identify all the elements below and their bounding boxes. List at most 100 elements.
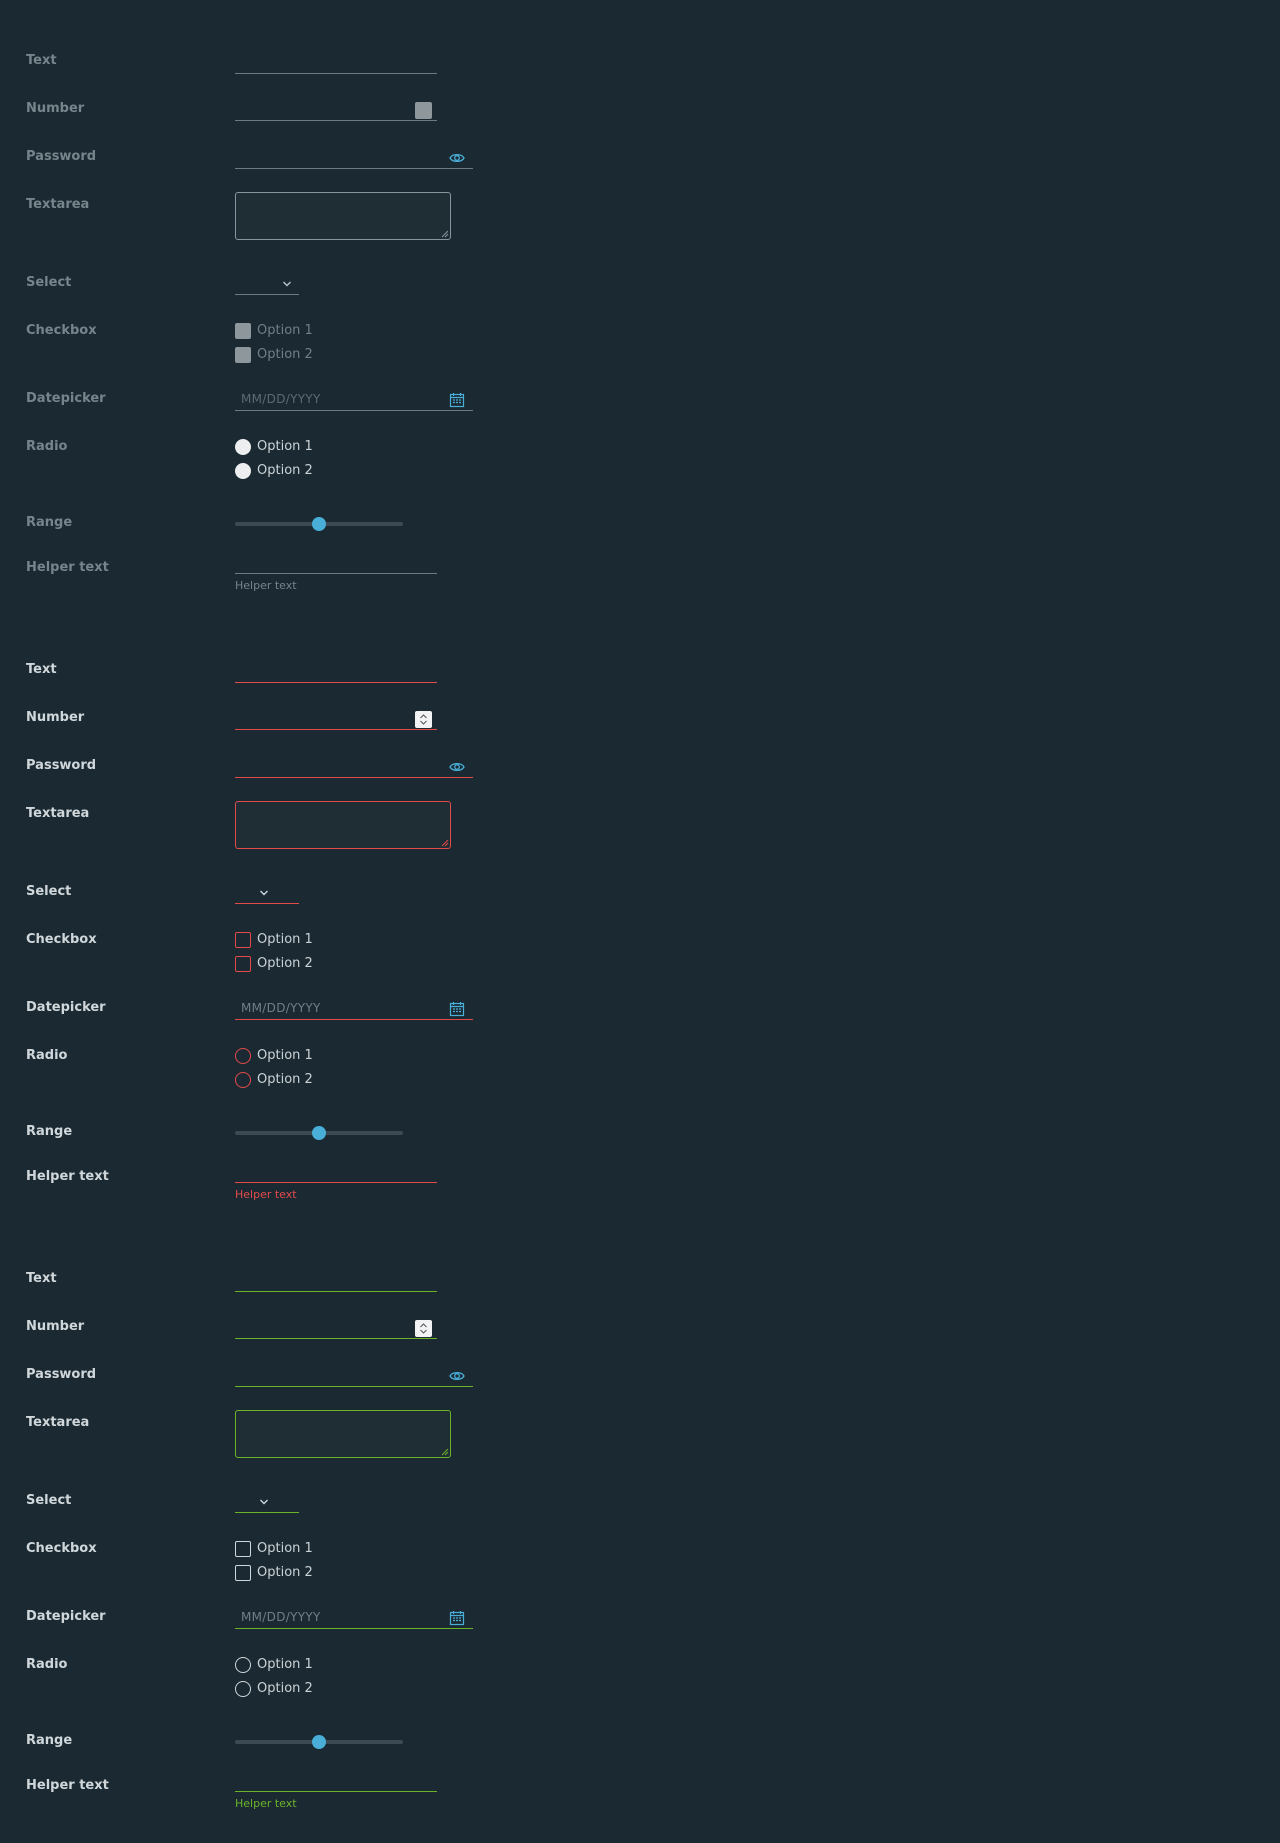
range-slider[interactable] <box>235 1735 403 1749</box>
select-input[interactable] <box>235 1493 299 1513</box>
radio-button[interactable] <box>235 1657 251 1673</box>
radio-button[interactable] <box>235 1072 251 1088</box>
number-label: Number <box>26 1319 85 1334</box>
range-label: Range <box>26 1733 73 1748</box>
password-label: Password <box>26 758 97 773</box>
textarea-input[interactable] <box>235 1410 451 1458</box>
form-row-select: Select <box>0 275 1280 315</box>
form-row-checkbox: Checkbox Option 1 Option 2 <box>0 932 1280 980</box>
text-input[interactable] <box>235 1271 437 1292</box>
radio-button[interactable] <box>235 439 251 455</box>
form-row-radio: Radio Option 1 Option 2 <box>0 1048 1280 1096</box>
helper-input[interactable] <box>235 1778 437 1792</box>
form-row-helper: Helper text Helper text <box>0 1169 1280 1213</box>
resize-handle-icon[interactable] <box>441 839 449 847</box>
spinner-arrows-icon[interactable] <box>415 102 432 119</box>
password-input[interactable] <box>235 758 473 778</box>
radio-label: Radio <box>26 1048 68 1063</box>
form-row-text: Text <box>0 1271 1280 1311</box>
checkbox-box[interactable] <box>235 347 251 363</box>
text-label: Text <box>26 53 57 68</box>
range-thumb[interactable] <box>312 517 326 531</box>
form-row-password: Password <box>0 149 1280 189</box>
textarea-input[interactable] <box>235 192 451 240</box>
date-placeholder: MM/DD/YYYY <box>241 1610 321 1624</box>
checkbox-box[interactable] <box>235 932 251 948</box>
calendar-icon[interactable] <box>449 392 465 408</box>
select-input[interactable] <box>235 884 299 904</box>
form-row-checkbox: Checkbox Option 1 Option 2 <box>0 1541 1280 1589</box>
checkbox-box[interactable] <box>235 323 251 339</box>
text-label: Text <box>26 662 57 677</box>
checkbox-option-label: Option 1 <box>257 932 313 947</box>
form-row-text: Text <box>0 662 1280 702</box>
radio-option-label: Option 2 <box>257 1072 313 1087</box>
form-row-radio: Radio Option 1 Option 2 <box>0 1657 1280 1705</box>
radio-option-label: Option 2 <box>257 463 313 478</box>
number-input[interactable] <box>235 101 437 121</box>
checkbox-option-label: Option 1 <box>257 1541 313 1556</box>
helper-text: Helper text <box>235 579 297 592</box>
radio-button[interactable] <box>235 463 251 479</box>
form-row-helper: Helper text Helper text <box>0 560 1280 604</box>
radio-option-label: Option 2 <box>257 1681 313 1696</box>
textarea-input[interactable] <box>235 801 451 849</box>
form-row-password: Password <box>0 1367 1280 1407</box>
resize-handle-icon[interactable] <box>441 230 449 238</box>
checkbox-option-label: Option 2 <box>257 956 313 971</box>
form-row-select: Select <box>0 1493 1280 1533</box>
form-row-number: Number <box>0 710 1280 750</box>
datepicker-label: Datepicker <box>26 391 106 406</box>
select-label: Select <box>26 275 72 290</box>
spinner-arrows-icon[interactable] <box>415 1320 432 1337</box>
checkbox-box[interactable] <box>235 1565 251 1581</box>
helper-input[interactable] <box>235 560 437 574</box>
eye-icon[interactable] <box>449 759 465 775</box>
form-row-datepicker: Datepicker MM/DD/YYYY <box>0 1609 1280 1649</box>
number-input[interactable] <box>235 710 437 730</box>
form-row-checkbox: Checkbox Option 1 Option 2 <box>0 323 1280 371</box>
checkbox-label: Checkbox <box>26 1541 97 1556</box>
range-slider[interactable] <box>235 517 403 531</box>
number-input[interactable] <box>235 1319 437 1339</box>
range-label: Range <box>26 1124 73 1139</box>
checkbox-option-label: Option 2 <box>257 1565 313 1580</box>
password-label: Password <box>26 1367 97 1382</box>
text-input[interactable] <box>235 662 437 683</box>
form-row-range: Range <box>0 515 1280 555</box>
helper-text: Helper text <box>235 1188 297 1201</box>
range-thumb[interactable] <box>312 1126 326 1140</box>
helper-input[interactable] <box>235 1169 437 1183</box>
password-input[interactable] <box>235 1367 473 1387</box>
eye-icon[interactable] <box>449 150 465 166</box>
eye-icon[interactable] <box>449 1368 465 1384</box>
password-input[interactable] <box>235 149 473 169</box>
form-row-select: Select <box>0 884 1280 924</box>
form-row-radio: Radio Option 1 Option 2 <box>0 439 1280 487</box>
date-input[interactable]: MM/DD/YYYY <box>235 391 473 411</box>
calendar-icon[interactable] <box>449 1610 465 1626</box>
form-row-number: Number <box>0 1319 1280 1359</box>
spinner-arrows-icon[interactable] <box>415 711 432 728</box>
form-row-textarea: Textarea <box>0 801 1280 866</box>
calendar-icon[interactable] <box>449 1001 465 1017</box>
number-label: Number <box>26 101 85 116</box>
text-input[interactable] <box>235 53 437 74</box>
resize-handle-icon[interactable] <box>441 1448 449 1456</box>
form-row-range: Range <box>0 1124 1280 1164</box>
date-input[interactable]: MM/DD/YYYY <box>235 1609 473 1629</box>
date-input[interactable]: MM/DD/YYYY <box>235 1000 473 1020</box>
checkbox-label: Checkbox <box>26 932 97 947</box>
radio-button[interactable] <box>235 1681 251 1697</box>
checkbox-box[interactable] <box>235 1541 251 1557</box>
radio-button[interactable] <box>235 1048 251 1064</box>
checkbox-option-label: Option 1 <box>257 323 313 338</box>
chevron-down-icon <box>260 1499 268 1505</box>
chevron-down-icon <box>260 890 268 896</box>
range-label: Range <box>26 515 73 530</box>
checkbox-box[interactable] <box>235 956 251 972</box>
range-slider[interactable] <box>235 1126 403 1140</box>
datepicker-label: Datepicker <box>26 1609 106 1624</box>
select-input[interactable] <box>235 275 299 295</box>
range-thumb[interactable] <box>312 1735 326 1749</box>
